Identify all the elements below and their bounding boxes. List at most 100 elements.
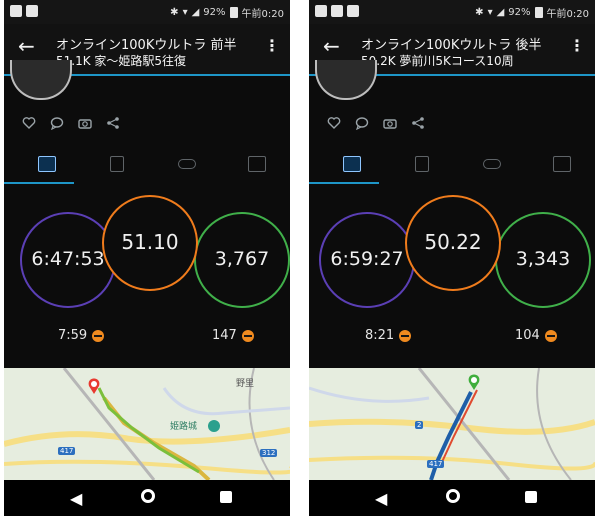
app-notification-icon xyxy=(10,5,22,17)
pace-icon xyxy=(399,329,412,342)
comment-icon[interactable] xyxy=(355,116,369,130)
nav-home-icon[interactable] xyxy=(141,489,155,503)
tab-overview[interactable] xyxy=(12,150,82,184)
avatar xyxy=(315,60,377,100)
activity-subtitle: 51.1K 家〜姫路駅5往復 xyxy=(56,54,187,68)
distance-ring: 51.10 xyxy=(102,195,198,291)
tab-overview[interactable] xyxy=(317,150,387,184)
social-actions xyxy=(327,116,425,130)
activity-subtitle: 50.2K 夢前川5Kコース10周 xyxy=(361,54,514,68)
map-label-route-417: 417 xyxy=(58,447,76,455)
chart-icon xyxy=(38,156,56,172)
tab-stats[interactable] xyxy=(82,150,152,184)
time-ring: 6:47:53 xyxy=(20,212,116,308)
metrics-panel: 6:59:27 3,343 50.22 8:21 104 xyxy=(309,195,595,355)
phone-screen-left: ✱ ▾ ◢ 92% 午前0:20 ← オンライン100Kウルトラ 前半 51.1… xyxy=(4,0,290,516)
heart-rate-icon xyxy=(241,329,254,342)
active-tab-indicator xyxy=(4,182,74,184)
distance-value: 50.22 xyxy=(424,230,482,254)
activity-tabs xyxy=(4,150,290,184)
tab-laps[interactable] xyxy=(457,150,527,184)
heart-rate-value: 104 xyxy=(515,328,540,343)
chart-icon xyxy=(343,156,361,172)
graph-icon xyxy=(553,156,571,172)
back-arrow-icon[interactable]: ← xyxy=(323,34,340,58)
share-icon[interactable] xyxy=(106,116,120,130)
comment-icon[interactable] xyxy=(50,116,64,130)
wifi-icon: ▾ xyxy=(487,7,493,18)
pace-readout: 7:59 xyxy=(58,328,105,343)
map-label-himeji-castle: 姫路城 xyxy=(170,422,198,432)
pace-icon xyxy=(92,329,105,342)
system-nav-bar: ◀ xyxy=(309,480,595,516)
pace-readout: 8:21 xyxy=(365,328,412,343)
document-icon xyxy=(415,156,429,172)
nav-back-icon[interactable]: ◀ xyxy=(70,489,82,508)
social-actions xyxy=(22,116,120,130)
more-options-icon[interactable]: ⋮ xyxy=(569,36,585,55)
metrics-panel: 6:47:53 3,767 51.10 7:59 147 xyxy=(4,195,290,355)
phone-screen-right: ✱ ▾ ◢ 92% 午前0:20 ← オンライン100Kウルトラ 後半 50.2… xyxy=(309,0,595,516)
bluetooth-icon: ✱ xyxy=(170,7,179,18)
pace-value: 8:21 xyxy=(365,328,395,343)
time-value: 6:47:53 xyxy=(31,248,105,270)
time-value: 6:59:27 xyxy=(330,248,404,270)
camera-icon[interactable] xyxy=(78,116,92,130)
laps-icon xyxy=(483,159,501,169)
nav-recents-icon[interactable] xyxy=(525,491,537,503)
heart-rate-readout: 147 xyxy=(212,328,254,343)
graph-icon xyxy=(248,156,266,172)
tab-graph[interactable] xyxy=(222,150,290,184)
like-icon[interactable] xyxy=(22,116,36,130)
system-nav-bar: ◀ xyxy=(4,480,290,516)
distance-ring: 50.22 xyxy=(405,195,501,291)
calories-value: 3,343 xyxy=(515,248,571,270)
heart-rate-value: 147 xyxy=(212,328,237,343)
nav-back-icon[interactable]: ◀ xyxy=(375,489,387,508)
calories-value: 3,767 xyxy=(214,248,270,270)
more-options-icon[interactable]: ⋮ xyxy=(264,36,280,55)
active-tab-indicator xyxy=(309,182,379,184)
route-map[interactable]: 2 417 xyxy=(309,368,595,480)
avatar xyxy=(10,60,72,100)
clock: 午前0:20 xyxy=(546,9,589,20)
status-bar: ✱ ▾ ◢ 92% 午前0:20 xyxy=(4,0,290,24)
heart-rate-icon xyxy=(544,329,557,342)
like-icon[interactable] xyxy=(327,116,341,130)
heart-rate-readout: 104 xyxy=(515,328,557,343)
battery-percent: 92% xyxy=(203,7,226,18)
time-ring: 6:59:27 xyxy=(319,212,415,308)
back-arrow-icon[interactable]: ← xyxy=(18,34,35,58)
app-notification-icon xyxy=(315,5,327,17)
tab-laps[interactable] xyxy=(152,150,222,184)
calories-ring: 3,343 xyxy=(495,212,591,308)
wifi-icon: ▾ xyxy=(182,7,188,18)
camera-icon[interactable] xyxy=(383,116,397,130)
route-map[interactable]: 野里 姫路城 417 312 xyxy=(4,368,290,480)
distance-value: 51.10 xyxy=(121,230,179,254)
activity-tabs xyxy=(309,150,595,184)
image-notification-icon xyxy=(26,5,38,17)
activity-title: オンライン100Kウルトラ 前半 xyxy=(56,38,237,53)
tab-graph[interactable] xyxy=(527,150,595,184)
nav-recents-icon[interactable] xyxy=(220,491,232,503)
map-label-route-417: 417 xyxy=(427,460,445,468)
pace-value: 7:59 xyxy=(58,328,88,343)
tab-stats[interactable] xyxy=(387,150,457,184)
map-label-nozato: 野里 xyxy=(236,379,255,389)
battery-icon xyxy=(229,7,238,18)
calories-ring: 3,767 xyxy=(194,212,290,308)
signal-icon: ◢ xyxy=(496,7,505,18)
document-icon xyxy=(110,156,124,172)
map-label-route-312: 312 xyxy=(260,449,278,457)
battery-icon xyxy=(534,7,543,18)
battery-percent: 92% xyxy=(508,7,531,18)
share-icon[interactable] xyxy=(411,116,425,130)
map-canvas xyxy=(309,368,595,480)
nav-home-icon[interactable] xyxy=(446,489,460,503)
status-bar: ✱ ▾ ◢ 92% 午前0:20 xyxy=(309,0,595,24)
signal-icon: ◢ xyxy=(191,7,200,18)
mail-notification-icon xyxy=(331,5,343,17)
clock: 午前0:20 xyxy=(241,9,284,20)
image-notification-icon xyxy=(347,5,359,17)
